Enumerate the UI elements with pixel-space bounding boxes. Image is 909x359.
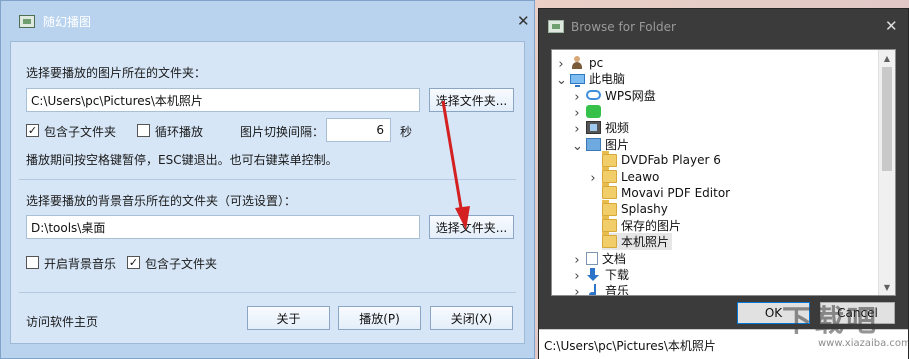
choose-picture-folder-button[interactable]: 选择文件夹... (429, 88, 514, 112)
picture-folder-field[interactable] (26, 88, 420, 112)
collapse-chevron-icon[interactable]: ⌄ (572, 139, 583, 154)
folder-icon (602, 183, 617, 200)
download-icon (586, 267, 601, 281)
ok-button[interactable]: OK (737, 302, 810, 324)
tree-item[interactable]: Movavi PDF Editor (602, 183, 733, 201)
tree-item[interactable] (586, 103, 608, 120)
tree-item-label: 视频 (605, 121, 630, 136)
browse-folder-dialog: Browse for Folder ✕ ▲ ▼ › pc ⌄ 此电脑 › WPS网盘 › › 视… (538, 8, 909, 359)
tree-item-label: 文档 (602, 251, 627, 266)
enable-music-checkbox[interactable] (26, 256, 39, 269)
folder-icon (602, 150, 617, 167)
document-icon (586, 251, 598, 265)
interval-unit-label: 秒 (400, 125, 413, 139)
collapse-chevron-icon[interactable]: ⌄ (556, 73, 567, 88)
homepage-link[interactable]: 访问软件主页 (26, 313, 98, 330)
tree-item[interactable]: 视频 (586, 119, 632, 136)
tree-item-label: Leawo (621, 169, 660, 184)
folder-icon (602, 199, 617, 216)
loop-play-label[interactable]: 循环播放 (155, 123, 203, 140)
browse-dialog-title: Browse for Folder (571, 20, 676, 34)
expand-chevron-icon[interactable]: › (572, 106, 582, 121)
music-icon (586, 284, 601, 295)
dialog-title: 随幻播图 (43, 14, 92, 29)
tree-item-label: 图片 (605, 137, 630, 152)
scroll-up-icon[interactable]: ▲ (879, 50, 895, 66)
tree-item-label: 保存的图片 (621, 219, 682, 233)
pictures-icon (586, 137, 601, 151)
tree-item-label: WPS网盘 (605, 88, 656, 103)
tree-item[interactable]: WPS网盘 (586, 87, 659, 104)
expand-chevron-icon[interactable]: › (556, 57, 566, 72)
close-icon[interactable]: ✕ (517, 14, 530, 29)
video-icon (586, 121, 601, 135)
expand-chevron-icon[interactable]: › (572, 269, 582, 284)
tree-item-label: DVDFab Player 6 (621, 153, 721, 168)
tree-item[interactable]: 本机照片 (602, 232, 673, 251)
include-subfolders-label[interactable]: 包含子文件夹 (44, 123, 116, 140)
expand-chevron-icon[interactable]: › (572, 90, 582, 105)
tree-item-label: pc (589, 55, 604, 70)
about-button[interactable]: 关于 (247, 306, 330, 330)
include-subfolders-checkbox[interactable]: ✓ (26, 124, 39, 137)
expand-chevron-icon[interactable]: › (572, 122, 582, 137)
close-button[interactable]: 关闭(X) (430, 306, 513, 330)
folder-icon (602, 167, 617, 184)
music-subfolders-checkbox[interactable]: ✓ (127, 256, 140, 269)
tree-item[interactable]: pc (570, 54, 606, 71)
slideshow-title-bar[interactable]: 随幻播图 ✕ (1, 1, 534, 41)
app-icon (19, 14, 35, 28)
choose-music-folder-button[interactable]: 选择文件夹... (429, 215, 514, 239)
music-subfolders-label[interactable]: 包含子文件夹 (145, 255, 217, 272)
hotkey-hint: 播放期间按空格键暂停，ESC键退出。也可右键菜单控制。 (26, 153, 338, 167)
user-icon (570, 56, 585, 69)
music-folder-label: 选择要播放的背景音乐所在的文件夹（可选设置）： (26, 194, 297, 208)
footer-divider (19, 292, 516, 293)
music-folder-field[interactable] (26, 215, 420, 239)
tree-item-label: 此电脑 (589, 72, 626, 87)
tree-item[interactable]: 文档 (586, 250, 629, 267)
tree-item[interactable]: 保存的图片 (602, 216, 684, 234)
close-icon[interactable]: ✕ (885, 17, 898, 35)
interval-label: 图片切换间隔： (240, 125, 325, 139)
play-button[interactable]: 播放(P) (338, 306, 421, 330)
tree-item[interactable]: 图片 (586, 136, 632, 153)
loop-play-checkbox[interactable] (137, 124, 150, 137)
tree-item[interactable]: Splashy (602, 199, 671, 218)
enable-music-label[interactable]: 开启背景音乐 (44, 255, 116, 272)
section-divider (19, 179, 516, 180)
tree-item-label: 下载 (605, 267, 630, 282)
slideshow-settings-panel: 选择要播放的图片所在的文件夹： 选择文件夹... ✓ 包含子文件夹 循环播放 图… (10, 41, 525, 344)
tree-item-label: 本机照片 (621, 235, 670, 250)
expand-chevron-icon[interactable]: › (572, 285, 582, 295)
expand-chevron-icon[interactable]: › (588, 171, 598, 186)
app-icon (548, 20, 564, 33)
folder-tree[interactable]: ▲ ▼ › pc ⌄ 此电脑 › WPS网盘 › › 视频 ⌄ 图片 DVDFab Player 6 ›… (551, 49, 896, 296)
expand-chevron-icon[interactable]: › (572, 253, 582, 268)
cloud-icon (586, 90, 601, 101)
tree-scrollbar[interactable]: ▲ ▼ (878, 50, 895, 295)
tree-item[interactable]: 音乐 (586, 282, 632, 296)
wechat-icon (586, 104, 601, 118)
folder-icon (602, 232, 617, 249)
selected-path-status: C:\Users\pc\Pictures\本机照片 (539, 329, 908, 359)
tree-item[interactable]: Leawo (602, 167, 662, 185)
tree-item-label: 音乐 (605, 284, 630, 296)
scrollbar-thumb[interactable] (882, 67, 892, 171)
tree-item[interactable]: 下载 (586, 266, 632, 283)
tree-item[interactable]: 此电脑 (570, 70, 628, 87)
folder-icon (602, 216, 617, 232)
interval-input[interactable] (326, 118, 391, 142)
tree-item-label: Movavi PDF Editor (621, 185, 731, 200)
computer-icon (570, 73, 585, 87)
tree-item-label: Splashy (621, 202, 668, 217)
cancel-button[interactable]: Cancel (820, 302, 895, 324)
slideshow-dialog: 随幻播图 ✕ 选择要播放的图片所在的文件夹： 选择文件夹... ✓ 包含子文件夹… (0, 0, 535, 359)
picture-folder-label: 选择要播放的图片所在的文件夹： (26, 66, 207, 80)
tree-item[interactable]: DVDFab Player 6 (602, 150, 724, 169)
scroll-down-icon[interactable]: ▼ (879, 279, 895, 295)
